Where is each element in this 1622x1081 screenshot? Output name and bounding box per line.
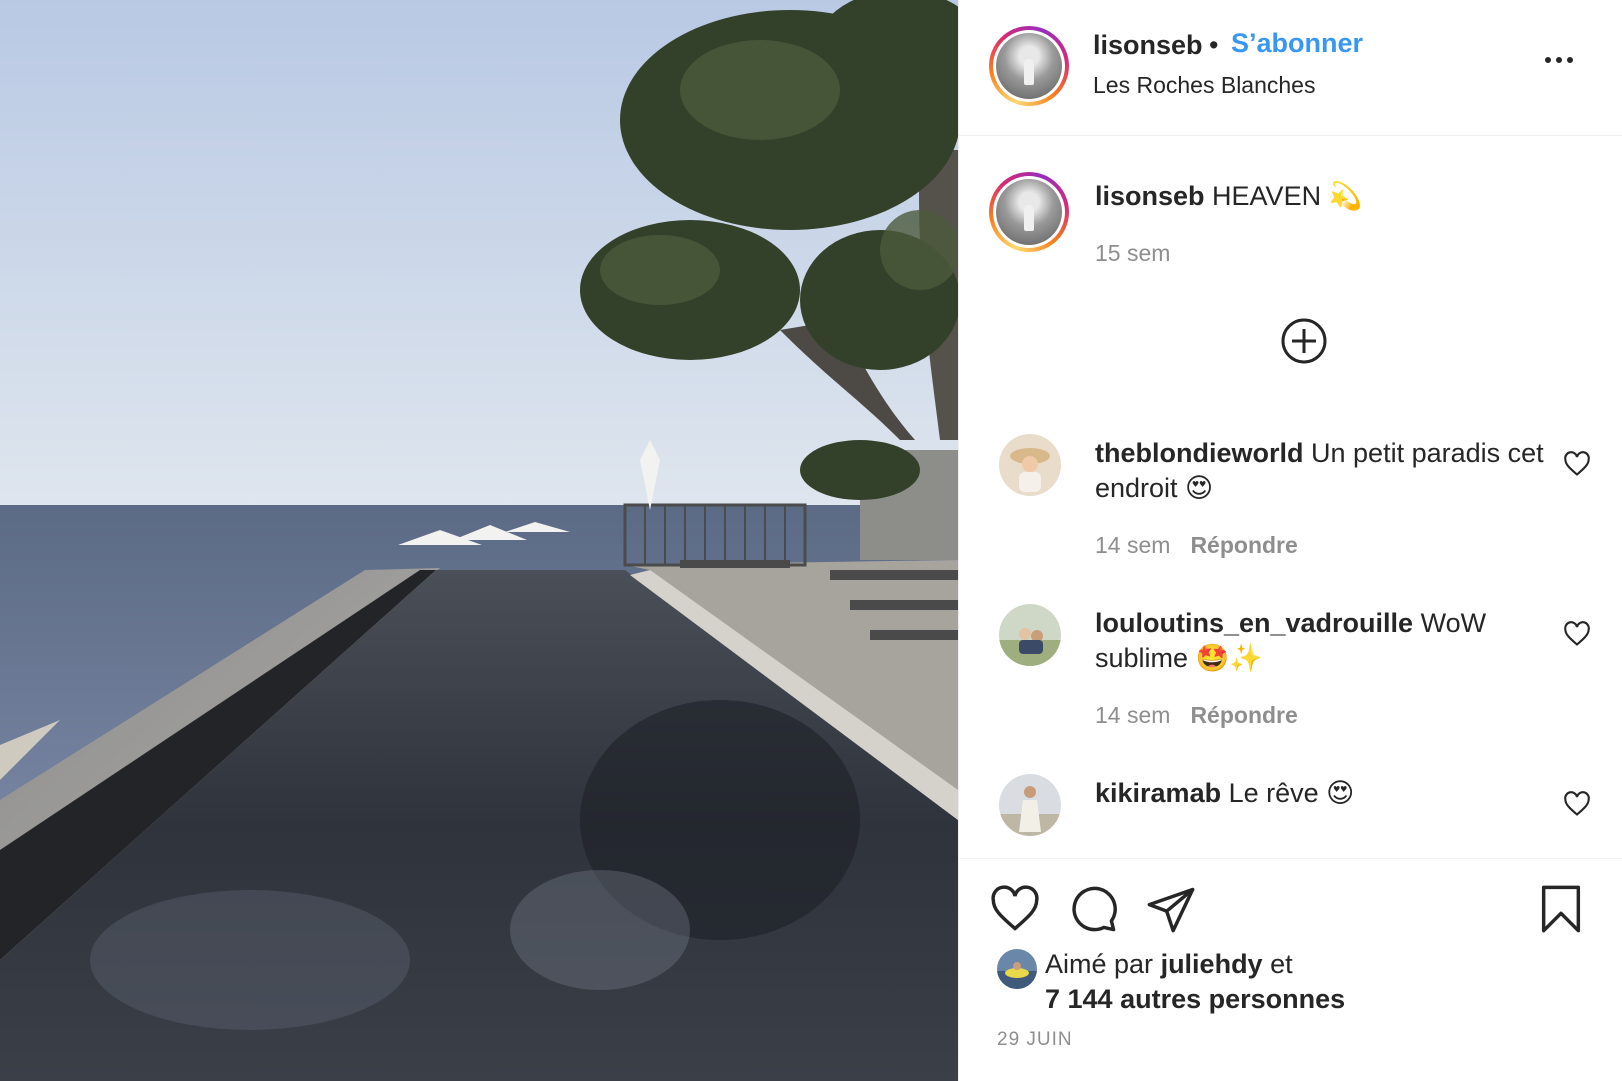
instagram-post: lisonseb • S’abonner Les Roches Blanches… (0, 0, 1622, 1081)
save-icon[interactable] (1535, 883, 1587, 935)
post-photo[interactable] (0, 0, 958, 1081)
likes-count-link[interactable]: 7 144 autres personnes (1045, 984, 1345, 1014)
follow-button[interactable]: S’abonner (1231, 28, 1363, 59)
comment-username[interactable]: theblondieworld (1095, 438, 1304, 468)
comment-time[interactable]: 14 sem (1095, 532, 1170, 558)
comment-item: louloutins_en_vadrouille WoW sublime 🤩✨ … (959, 598, 1622, 768)
caption-text: lisonseb HEAVEN 💫 (1095, 180, 1362, 212)
comment-like-icon[interactable] (1563, 620, 1591, 648)
post-side-panel: lisonseb • S’abonner Les Roches Blanches… (958, 0, 1622, 1081)
likes-suffix: et (1270, 949, 1293, 979)
share-icon[interactable] (1145, 883, 1197, 935)
author-username[interactable]: lisonseb (1093, 30, 1203, 61)
comment-like-icon[interactable] (1563, 790, 1591, 818)
comment-item: kikiramab Le rêve 😍 (959, 768, 1622, 858)
commenter-avatar[interactable] (999, 604, 1061, 666)
likes-prefix: Aimé par (1045, 949, 1154, 979)
comment-icon[interactable] (1067, 883, 1119, 935)
commenter-avatar[interactable] (999, 434, 1061, 496)
separator-dot: • (1209, 30, 1219, 60)
comment-text: kikiramab Le rêve 😍 (1095, 776, 1545, 811)
like-icon[interactable] (989, 883, 1041, 935)
comment-meta: 14 sem Répondre (1095, 532, 1298, 559)
load-more-comments-icon[interactable] (1279, 316, 1329, 366)
comment-text: louloutins_en_vadrouille WoW sublime 🤩✨ (1095, 606, 1545, 676)
caption-username[interactable]: lisonseb (1095, 181, 1205, 211)
comment-username[interactable]: kikiramab (1095, 778, 1221, 808)
pool-seascape-image (0, 0, 958, 1081)
caption-timestamp[interactable]: 15 sem (1095, 240, 1170, 267)
post-caption: lisonseb HEAVEN 💫 15 sem (959, 136, 1622, 406)
post-actions: Aimé par juliehdy et 7 144 autres person… (959, 858, 1622, 1081)
comment-username[interactable]: louloutins_en_vadrouille (1095, 608, 1413, 638)
likes-text: Aimé par juliehdy et 7 144 autres person… (1045, 947, 1445, 1017)
location-link[interactable]: Les Roches Blanches (1093, 72, 1315, 99)
comment-body: Le rêve 😍 (1228, 778, 1355, 808)
comment-like-icon[interactable] (1563, 450, 1591, 478)
post-date[interactable]: 29 JUIN (997, 1029, 1073, 1051)
author-avatar[interactable] (989, 26, 1069, 106)
liker-username[interactable]: juliehdy (1161, 949, 1263, 979)
reply-button[interactable]: Répondre (1190, 532, 1297, 558)
post-header: lisonseb • S’abonner Les Roches Blanches (959, 0, 1622, 136)
reply-button[interactable]: Répondre (1190, 702, 1297, 728)
comment-item: theblondieworld Un petit paradis cet end… (959, 428, 1622, 598)
caption-author-avatar[interactable] (989, 172, 1069, 252)
comment-time[interactable]: 14 sem (1095, 702, 1170, 728)
comment-text: theblondieworld Un petit paradis cet end… (1095, 436, 1545, 506)
caption-body: HEAVEN 💫 (1212, 181, 1363, 211)
more-options-icon[interactable] (1539, 48, 1579, 72)
commenter-avatar[interactable] (999, 774, 1061, 836)
liker-avatar[interactable] (997, 949, 1037, 989)
comment-meta: 14 sem Répondre (1095, 702, 1298, 729)
